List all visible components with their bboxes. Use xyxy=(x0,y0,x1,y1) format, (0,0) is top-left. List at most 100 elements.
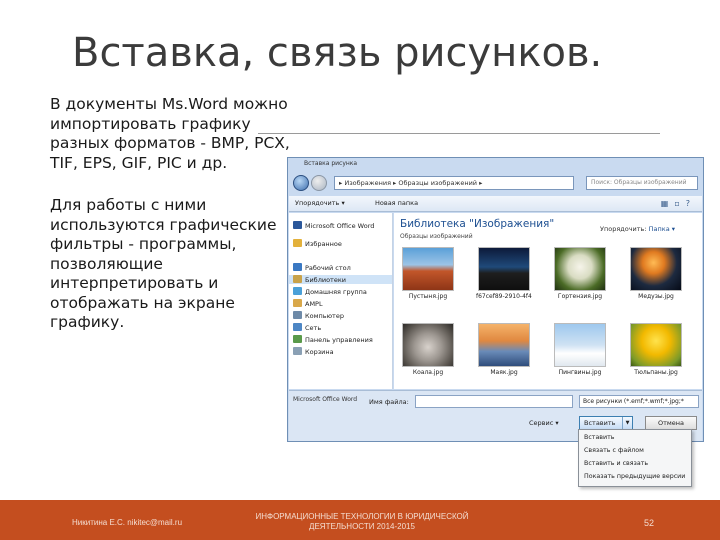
file-thumbnail[interactable]: f67cef89-2910-4f4a-9154-6c25f6...3aeb.jp… xyxy=(476,247,532,300)
footer-course-line: ДЕЯТЕЛЬНОСТИ 2014-2015 xyxy=(309,522,415,531)
image-tulips xyxy=(630,323,682,367)
text-line: позволяющие xyxy=(50,254,163,273)
homegroup-icon xyxy=(293,287,302,295)
network-icon xyxy=(293,323,302,331)
insert-label: Вставить xyxy=(584,419,616,427)
view-icons[interactable]: ▦▫? xyxy=(661,199,696,208)
filename-input[interactable] xyxy=(415,395,573,408)
file-name: Медузы.jpg xyxy=(638,293,674,300)
file-thumbnail[interactable]: Гортензия.jpg xyxy=(552,247,608,300)
file-name: Коала.jpg xyxy=(412,369,444,376)
organize-button[interactable]: Упорядочить ▾ xyxy=(295,199,345,207)
library-title: Библиотека "Изображения" xyxy=(400,218,555,230)
insert-button[interactable]: Вставить ▼ xyxy=(579,416,633,430)
nav-label: Сеть xyxy=(305,324,322,332)
nav-item-computer[interactable]: Компьютер xyxy=(293,311,344,320)
toolbar: Упорядочить ▾ Новая папка ▦▫? xyxy=(289,196,702,212)
menu-item-insert-and-link[interactable]: Вставить и связать xyxy=(584,460,648,467)
filename-label: Имя файла: xyxy=(369,398,409,406)
forward-button[interactable] xyxy=(311,175,327,191)
text-line: используются графические xyxy=(50,215,277,234)
search-input[interactable]: Поиск: Образцы изображений xyxy=(586,176,698,190)
menu-item-link-to-file[interactable]: Связать с файлом xyxy=(584,447,644,454)
text-line: интерпретировать и xyxy=(50,274,219,292)
word-icon xyxy=(293,221,302,229)
menu-item-previous-versions[interactable]: Показать предыдущие версии xyxy=(584,473,685,480)
file-name: Тюльпаны.jpg xyxy=(634,369,678,376)
menu-item-insert[interactable]: Вставить xyxy=(584,434,615,441)
nav-item-favorites[interactable]: Избранное xyxy=(293,239,342,248)
address-bar[interactable]: ▸ Изображения ▸ Образцы изображений ▸ xyxy=(334,176,574,190)
nav-label: Панель управления xyxy=(305,336,373,344)
image-penguins xyxy=(554,323,606,367)
image-desert xyxy=(402,247,454,291)
nav-item-libraries[interactable]: Библиотеки xyxy=(289,275,392,284)
filetype-select[interactable]: Все рисунки (*.emf;*.wmf;*.jpg;* xyxy=(579,395,699,408)
dialog-title: Вставка рисунка xyxy=(304,160,358,167)
nav-label: Библиотеки xyxy=(305,276,346,284)
image-bay xyxy=(478,247,530,291)
nav-label: Корзина xyxy=(305,348,334,356)
insert-picture-dialog: Вставка рисунка ▸ Изображения ▸ Образцы … xyxy=(287,157,704,442)
arrange-by[interactable]: Упорядочить: Папка ▾ xyxy=(600,225,675,233)
nav-item-network[interactable]: Сеть xyxy=(293,323,321,332)
new-folder-button[interactable]: Новая папка xyxy=(375,199,418,207)
slide-title: Вставка, связь рисунков. xyxy=(72,30,603,76)
nav-label: Избранное xyxy=(305,240,342,248)
page-number: 52 xyxy=(644,518,655,528)
computer-icon xyxy=(293,311,302,319)
file-name: f67cef89-2910-4f4a-9154-6c25f6...3aeb.jp… xyxy=(476,293,532,300)
library-icon xyxy=(293,275,302,283)
image-lighthouse xyxy=(478,323,530,367)
text-line: графику. xyxy=(50,313,125,331)
navigation-bar: ▸ Изображения ▸ Образцы изображений ▸ По… xyxy=(290,172,701,194)
tree-item-word[interactable]: Microsoft Office Word xyxy=(293,396,357,403)
text-line: отображать на экране xyxy=(50,293,235,312)
nav-item-user[interactable]: AMPL xyxy=(293,299,323,308)
back-button[interactable] xyxy=(293,175,309,191)
nav-item-homegroup[interactable]: Домашняя группа xyxy=(293,287,367,296)
navigation-pane: Microsoft Office Word Избранное Рабочий … xyxy=(289,213,393,389)
nav-item-recycle-bin[interactable]: Корзина xyxy=(293,347,334,356)
desktop-icon xyxy=(293,263,302,271)
arrange-label: Упорядочить: xyxy=(600,225,647,233)
nav-item-word[interactable]: Microsoft Office Word xyxy=(293,221,374,230)
text-line: фильтры - программы, xyxy=(50,235,237,253)
file-thumbnail[interactable]: Коала.jpg xyxy=(400,323,456,376)
file-name: Гортензия.jpg xyxy=(557,293,603,300)
file-name: Пустыня.jpg xyxy=(408,293,448,300)
paragraph-filters: Для работы с ними используются графическ… xyxy=(50,196,290,333)
recycle-bin-icon xyxy=(293,347,302,355)
file-name: Маяк.jpg xyxy=(490,369,518,376)
user-icon xyxy=(293,299,302,307)
nav-label: Компьютер xyxy=(305,312,344,320)
cancel-button[interactable]: Отмена xyxy=(645,416,697,430)
library-subtitle: Образцы изображений xyxy=(400,233,473,240)
file-thumbnail[interactable]: Медузы.jpg xyxy=(628,247,684,300)
arrange-value[interactable]: Папка ▾ xyxy=(649,225,675,233)
file-thumbnail[interactable]: Маяк.jpg xyxy=(476,323,532,376)
file-thumbnail[interactable]: Пингвины.jpg xyxy=(552,323,608,376)
text-line: разных форматов - BMP, PCX, xyxy=(50,134,290,152)
text-line: импортировать графику xyxy=(50,114,251,133)
chevron-down-icon[interactable]: ▼ xyxy=(622,417,632,429)
file-thumbnail[interactable]: Тюльпаны.jpg xyxy=(628,323,684,376)
control-panel-icon xyxy=(293,335,302,343)
footer-author: Никитина Е.С. nikitec@mail.ru xyxy=(72,518,183,527)
nav-label: AMPL xyxy=(305,300,323,308)
image-jellyfish xyxy=(630,247,682,291)
nav-label: Рабочий стол xyxy=(305,264,351,272)
file-thumbnail[interactable]: Пустыня.jpg xyxy=(400,247,456,300)
footer-course-line: ИНФОРМАЦИОННЫЕ ТЕХНОЛОГИИ В ЮРИДИЧЕСКОЙ xyxy=(255,512,469,521)
insert-dropdown-menu: Вставить Связать с файлом Вставить и свя… xyxy=(578,429,692,487)
file-view: Библиотека "Изображения" Образцы изображ… xyxy=(394,213,702,389)
text-line: Для работы с ними xyxy=(50,196,207,214)
service-dropdown[interactable]: Сервис ▾ xyxy=(529,419,559,427)
text-line: В документы Ms.Word можно xyxy=(50,95,288,113)
file-name: Пингвины.jpg xyxy=(558,369,602,376)
nav-item-control-panel[interactable]: Панель управления xyxy=(293,335,373,344)
star-icon xyxy=(293,239,302,247)
image-hydrangea xyxy=(554,247,606,291)
image-koala xyxy=(402,323,454,367)
nav-item-desktop[interactable]: Рабочий стол xyxy=(293,263,351,272)
